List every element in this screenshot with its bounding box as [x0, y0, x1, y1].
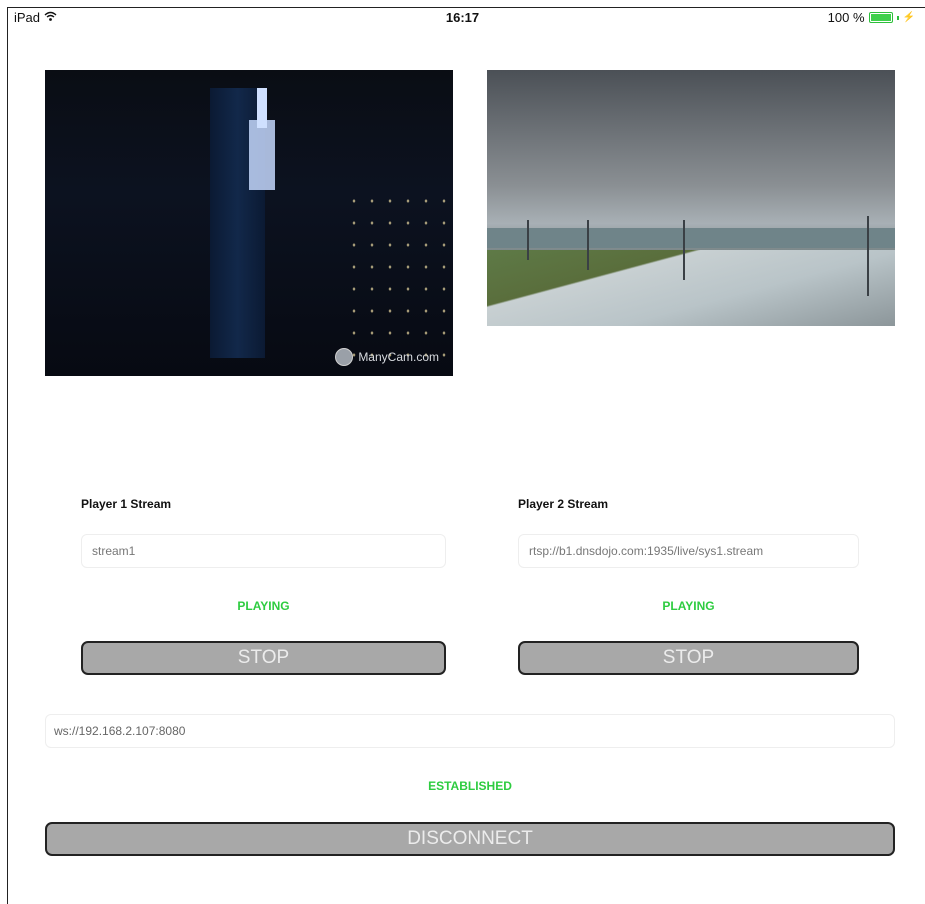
- player1-status: PLAYING: [237, 599, 290, 613]
- player1-video[interactable]: ManyCam.com: [45, 70, 453, 376]
- watermark-text: ManyCam.com: [358, 350, 439, 364]
- player2-video[interactable]: [487, 70, 895, 326]
- city-lights: [345, 190, 453, 370]
- battery-tip: [896, 15, 899, 20]
- tower-spire: [257, 88, 267, 128]
- connection-status: ESTABLISHED: [428, 779, 512, 793]
- tower-glow: [249, 120, 275, 190]
- player1-stop-button[interactable]: STOP: [81, 641, 446, 675]
- disconnect-button[interactable]: DISCONNECT: [45, 822, 895, 856]
- manycam-watermark: ManyCam.com: [335, 348, 439, 366]
- status-bar-right: 100 % ⚡: [828, 10, 915, 25]
- lamp-pole: [587, 220, 589, 270]
- lamp-pole: [867, 216, 869, 296]
- player2-stream-input[interactable]: rtsp://b1.dnsdojo.com:1935/live/sys1.str…: [518, 534, 859, 568]
- player1-stream-input[interactable]: stream1: [81, 534, 446, 568]
- boardwalk-scene: [487, 250, 895, 326]
- server-url-input[interactable]: ws://192.168.2.107:8080: [45, 714, 895, 748]
- charging-icon: ⚡: [902, 12, 915, 23]
- lamp-pole: [527, 220, 529, 260]
- battery-percent: 100 %: [827, 10, 865, 25]
- battery-icon: [868, 12, 893, 23]
- player1-label: Player 1 Stream: [81, 497, 172, 511]
- player2-stop-button[interactable]: STOP: [518, 641, 859, 675]
- player2-label: Player 2 Stream: [518, 497, 609, 511]
- lamp-pole: [683, 220, 685, 280]
- player2-status: PLAYING: [662, 599, 715, 613]
- sea-horizon: [487, 228, 895, 248]
- webcam-icon: [335, 348, 354, 366]
- status-time: 16:17: [445, 10, 480, 25]
